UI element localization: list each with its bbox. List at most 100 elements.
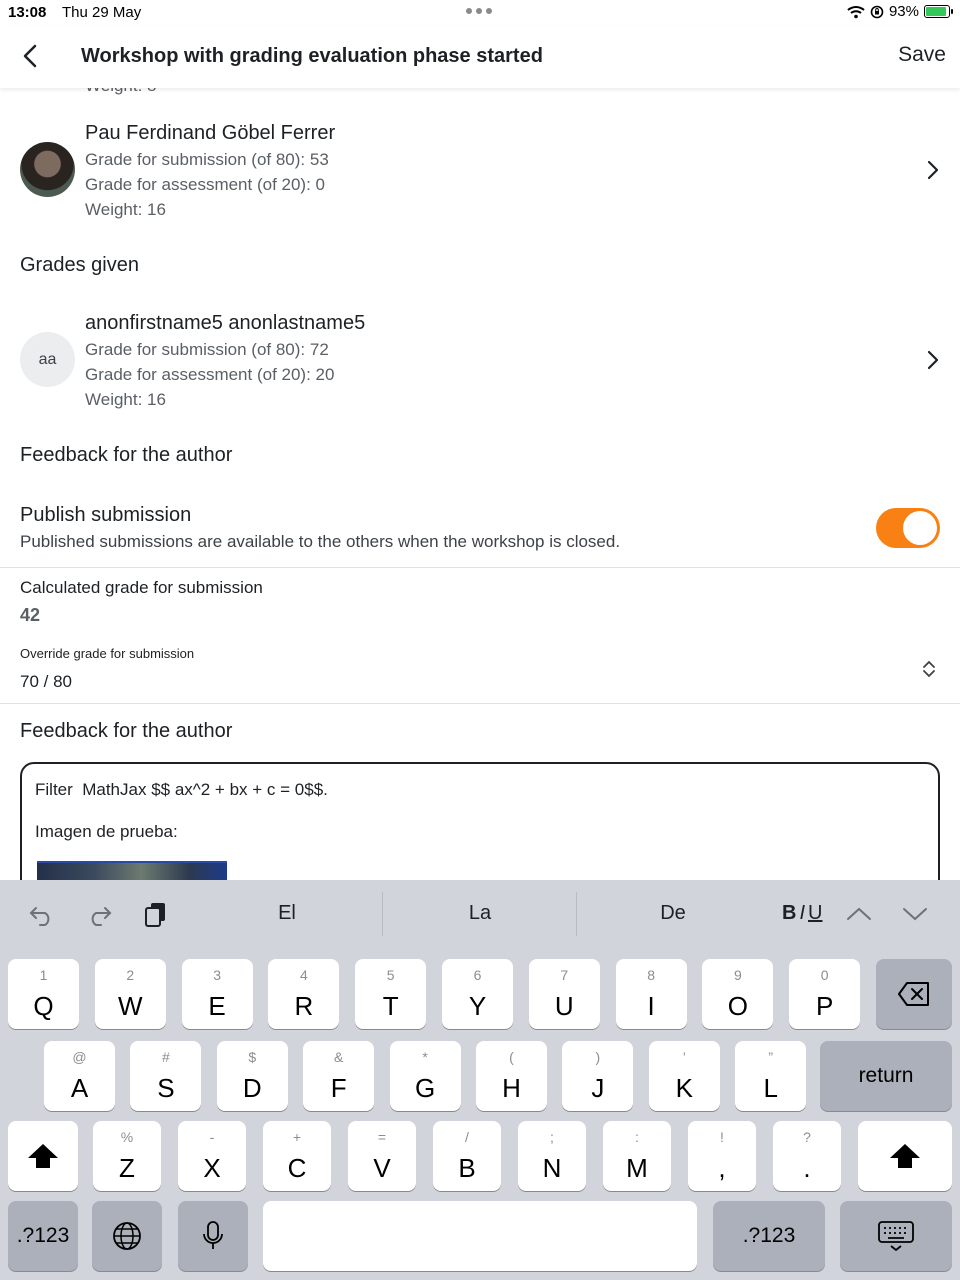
paste-icon[interactable] <box>142 900 170 928</box>
publish-submission-description: Published submissions are available to t… <box>20 532 621 551</box>
key[interactable]: / B <box>433 1121 501 1191</box>
key[interactable]: 5T <box>355 959 427 1029</box>
key[interactable]: 7U <box>528 959 600 1029</box>
key-label: N <box>542 1153 562 1183</box>
main-content[interactable]: Weight: 8 Pau Ferdinand Göbel Ferrer Gra… <box>0 88 960 880</box>
key[interactable]: ” L <box>735 1041 807 1111</box>
key-label: E <box>208 991 226 1021</box>
key[interactable]: ’ K <box>648 1041 720 1111</box>
wifi-icon <box>847 5 865 18</box>
key[interactable]: $ D <box>216 1041 288 1111</box>
key[interactable]: :M <box>603 1121 671 1191</box>
key-label: Y <box>468 991 487 1021</box>
suggestion-1[interactable]: El <box>192 902 382 925</box>
underline-label: U <box>808 902 823 924</box>
shift-icon <box>28 1144 58 1168</box>
return-label: return <box>858 1064 914 1087</box>
backspace-key[interactable] <box>876 959 952 1029</box>
key[interactable]: % Z <box>93 1121 161 1191</box>
key-secondary-label: & <box>334 1049 344 1065</box>
on-screen-keyboard: El La De B I U 1Q2W3E4R5T6Y7U8I9O0P @ A # S… <box>0 880 960 1280</box>
numbers-key-right[interactable]: .?123 <box>713 1201 825 1271</box>
save-button[interactable]: Save <box>898 43 946 67</box>
chevron-left-icon <box>23 44 37 68</box>
numbers-key-left[interactable]: .?123 <box>8 1201 78 1271</box>
key-secondary-label: % <box>120 1129 134 1145</box>
feedback-editor[interactable]: Filter MathJax $$ ax^2 + bx + c = 0$$. I… <box>20 762 940 880</box>
key[interactable]: ) J <box>562 1041 634 1111</box>
key[interactable]: !, <box>688 1121 756 1191</box>
assessment-weight: Weight: 16 <box>85 200 166 219</box>
key[interactable]: = V <box>348 1121 416 1191</box>
key-secondary-label: ? <box>803 1129 811 1145</box>
key[interactable]: # S <box>130 1041 202 1111</box>
key[interactable]: 1Q <box>8 959 79 1029</box>
suggestion-3[interactable]: De <box>578 902 768 925</box>
avatar: aa <box>20 332 75 387</box>
hide-keyboard-key[interactable] <box>840 1201 952 1271</box>
suggestion-divider <box>576 892 577 936</box>
avatar <box>20 142 75 197</box>
key-secondary-label: # <box>161 1049 170 1065</box>
key[interactable]: -X <box>178 1121 246 1191</box>
key-label: S <box>157 1073 175 1103</box>
key[interactable]: 9O <box>702 959 774 1029</box>
dictation-key[interactable] <box>178 1201 248 1271</box>
key[interactable]: 8I <box>615 959 687 1029</box>
space-key[interactable] <box>263 1201 697 1271</box>
text-format-button[interactable]: B I U <box>782 902 822 925</box>
chevron-up-icon[interactable] <box>845 900 873 928</box>
feedback-heading: Feedback for the author <box>20 444 233 466</box>
key-label: M <box>626 1153 648 1183</box>
assessment-item-given[interactable]: aa anonfirstname5 anonlastname5 Grade fo… <box>0 308 960 409</box>
shift-key-right[interactable] <box>858 1121 952 1191</box>
key[interactable]: * G <box>389 1041 461 1111</box>
grade-for-submission: Grade for submission (of 80): 53 <box>85 150 329 169</box>
key-label: A <box>70 1073 89 1103</box>
assessment-item-received[interactable]: Pau Ferdinand Göbel Ferrer Grade for sub… <box>0 118 960 219</box>
override-grade-select[interactable]: Override grade for submission 70 / 80 <box>0 640 960 704</box>
key[interactable]: ; N <box>518 1121 586 1191</box>
redo-icon[interactable] <box>85 900 113 928</box>
key[interactable]: @ A <box>44 1041 115 1111</box>
key-label: K <box>675 1073 693 1103</box>
return-key[interactable]: return <box>820 1041 952 1111</box>
editor-paragraph: Filter MathJax $$ ax^2 + bx + c = 0$$. <box>35 780 328 799</box>
key-secondary-label: 0 <box>820 967 829 983</box>
key[interactable]: 4R <box>268 959 340 1029</box>
key-label: V <box>373 1153 391 1183</box>
key[interactable]: (H <box>476 1041 547 1111</box>
microphone-icon <box>203 1221 223 1249</box>
globe-key[interactable] <box>92 1201 162 1271</box>
battery-percent: 93% <box>888 3 919 20</box>
chevron-down-icon[interactable] <box>901 900 929 928</box>
undo-icon[interactable] <box>28 900 56 928</box>
key[interactable]: ?. <box>773 1121 841 1191</box>
multitasking-dots-icon[interactable] <box>466 8 492 14</box>
key-secondary-label: : <box>635 1129 639 1145</box>
embedded-image <box>37 861 227 880</box>
key-secondary-label: - <box>209 1129 215 1145</box>
keyboard-toolbar: El La De B I U <box>0 880 960 948</box>
grade-for-assessment: Grade for assessment (of 20): 20 <box>85 365 335 384</box>
key-secondary-label: + <box>292 1129 302 1145</box>
status-bar: 13:08 Thu 29 May 93% <box>0 0 960 26</box>
key[interactable]: 6Y <box>442 959 513 1029</box>
key[interactable]: 0P <box>789 959 861 1029</box>
key[interactable]: + C <box>263 1121 331 1191</box>
key-label: W <box>118 991 143 1021</box>
shift-icon <box>890 1144 920 1168</box>
battery-icon <box>924 5 953 18</box>
assessment-weight: Weight: 16 <box>85 390 166 409</box>
feedback-editor-label: Feedback for the author <box>20 720 233 742</box>
back-button[interactable] <box>14 40 46 72</box>
publish-submission-title: Publish submission <box>20 504 192 526</box>
status-date: Thu 29 May <box>62 4 142 21</box>
shift-key-left[interactable] <box>8 1121 78 1191</box>
key[interactable]: 3E <box>181 959 253 1029</box>
key-secondary-label: 5 <box>386 967 395 983</box>
key[interactable]: & F <box>303 1041 375 1111</box>
key[interactable]: 2W <box>94 959 166 1029</box>
publish-submission-toggle[interactable] <box>876 508 940 548</box>
suggestion-2[interactable]: La <box>385 902 575 925</box>
